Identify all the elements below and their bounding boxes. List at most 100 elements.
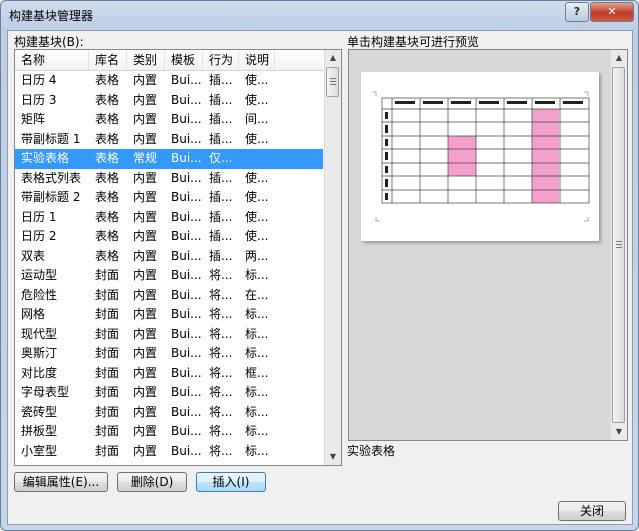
cell-behavior: 将... [209,346,233,360]
cell-description: 标... [245,385,269,399]
cell-description: 间... [245,112,269,126]
cell-template: Bui... [171,268,202,282]
list-scrollbar[interactable]: ▲ ▼ [324,50,341,465]
cell-gallery: 封面 [95,287,120,302]
cell-name: 拼板型 [21,424,58,438]
cell-gallery: 表格 [95,190,120,204]
preview-page [361,72,599,241]
column-header-gallery[interactable]: 库名 [89,50,127,70]
cell-name: 危险性 [21,287,58,302]
cell-behavior: 插... [209,229,233,243]
window-close-button[interactable]: ✕ [590,2,634,22]
preview-scroll-thumb[interactable] [612,67,625,423]
cell-description: 使... [245,209,269,224]
cell-description: 使... [245,131,269,146]
table-row[interactable]: 带副标题 1 表格 内置 Bui... 插... 使... [15,130,323,150]
list-scroll-thumb[interactable] [326,67,339,97]
cell-description: 标... [245,443,269,458]
cell-behavior: 插... [209,248,233,263]
table-row[interactable]: 实验表格 表格 常规 Bui... 仅... [15,149,323,169]
cell-gallery: 封面 [95,326,120,341]
cell-name: 日历 1 [21,209,57,224]
cell-gallery: 封面 [95,424,120,438]
table-row[interactable]: 带副标题 2 表格 内置 Bui... 插... 使... [15,188,323,208]
cell-template: Bui... [171,112,202,126]
cell-gallery: 表格 [95,112,120,126]
cell-description: 在... [245,287,269,302]
cell-category: 内置 [133,209,158,224]
table-row[interactable]: 字母表型 封面 内置 Bui... 将... 标... [15,383,323,403]
table-row[interactable]: 表格式列表 表格 内置 Bui... 插... 使... [15,169,323,189]
cell-gallery: 表格 [95,151,120,165]
column-header-behavior[interactable]: 行为 [203,50,239,70]
cell-template: Bui... [171,346,202,360]
table-row[interactable]: 瓷砖型 封面 内置 Bui... 将... 标... [15,403,323,423]
table-row[interactable]: 现代型 封面 内置 Bui... 将... 标... [15,325,323,345]
cell-category: 内置 [133,346,158,360]
cell-gallery: 表格 [95,248,120,263]
cell-name: 对比度 [21,365,58,380]
building-blocks-list[interactable]: 名称 库名 类别 模板 行为 说明 日历 4 表格 内置 Bui... 插... 使...… [14,49,342,466]
table-row[interactable]: 拼板型 封面 内置 Bui... 将... 标... [15,422,323,442]
building-blocks-label: 构建基块(B): [14,35,84,49]
cell-template: Bui... [171,443,202,458]
column-header-description[interactable]: 说明 [239,50,275,70]
cell-template: Bui... [171,170,202,185]
cell-name: 双表 [21,248,46,263]
cell-category: 常规 [133,151,158,165]
table-row[interactable]: 矩阵 表格 内置 Bui... 插... 间... [15,110,323,130]
preview-scrollbar[interactable]: ▲ ▼ [610,50,627,440]
table-row[interactable]: 日历 3 表格 内置 Bui... 插... 使... [15,91,323,111]
table-row[interactable]: 日历 4 表格 内置 Bui... 插... 使... [15,71,323,91]
table-row[interactable]: 奥斯汀 封面 内置 Bui... 将... 标... [15,344,323,364]
cell-behavior: 插... [209,73,233,87]
cell-category: 内置 [133,424,158,438]
table-row[interactable]: 网格 封面 内置 Bui... 将... 标... [15,305,323,325]
cell-template: Bui... [171,326,202,341]
cell-behavior: 插... [209,112,233,126]
scroll-down-arrow-icon[interactable]: ▼ [325,449,341,465]
cell-description: 框... [245,365,269,380]
cell-category: 内置 [133,404,158,419]
column-header-template[interactable]: 模板 [165,50,203,70]
cell-category: 内置 [133,268,158,282]
preview-scroll-down-icon[interactable]: ▼ [611,424,627,440]
scroll-up-arrow-icon[interactable]: ▲ [325,50,341,66]
cell-behavior: 插... [209,170,233,185]
cell-gallery: 表格 [95,209,120,224]
edit-properties-button[interactable]: 编辑属性(E)... [14,472,108,492]
cell-name: 网格 [21,307,46,321]
help-button[interactable]: ? [565,2,589,22]
table-row[interactable]: 日历 2 表格 内置 Bui... 插... 使... [15,227,323,247]
table-row[interactable]: 危险性 封面 内置 Bui... 将... 在... [15,286,323,306]
table-row[interactable]: 双表 表格 内置 Bui... 插... 两... [15,247,323,267]
column-header-category[interactable]: 类别 [127,50,165,70]
cell-gallery: 表格 [95,131,120,146]
cell-behavior: 将... [209,287,233,302]
cell-behavior: 将... [209,307,233,321]
preview-scroll-up-icon[interactable]: ▲ [611,50,627,66]
list-header: 名称 库名 类别 模板 行为 说明 [15,50,323,71]
table-row[interactable]: 日历 1 表格 内置 Bui... 插... 使... [15,208,323,228]
table-row[interactable]: 对比度 封面 内置 Bui... 将... 框... [15,364,323,384]
preview-pane: ▲ ▼ [348,49,628,441]
delete-button[interactable]: 删除(D) [117,472,187,492]
title-bar[interactable]: 构建基块管理器 ? ✕ [1,1,638,29]
table-row[interactable]: 运动型 封面 内置 Bui... 将... 标... [15,266,323,286]
close-button[interactable]: 关闭 [558,501,626,521]
cell-description: 标... [245,307,269,321]
column-header-name[interactable]: 名称 [15,50,89,70]
cell-description: 两... [245,248,269,263]
cell-category: 内置 [133,112,158,126]
column-header-filler [275,50,323,70]
cell-name: 瓷砖型 [21,404,58,419]
table-row[interactable]: 小室型 封面 内置 Bui... 将... 标... [15,442,323,462]
cell-template: Bui... [171,209,202,224]
cell-category: 内置 [133,307,158,321]
cell-gallery: 封面 [95,346,120,360]
cell-name: 小室型 [21,443,58,458]
insert-button[interactable]: 插入(I) [196,472,266,492]
cell-gallery: 表格 [95,170,120,185]
cell-gallery: 表格 [95,229,120,243]
cell-description: 标... [245,424,269,438]
